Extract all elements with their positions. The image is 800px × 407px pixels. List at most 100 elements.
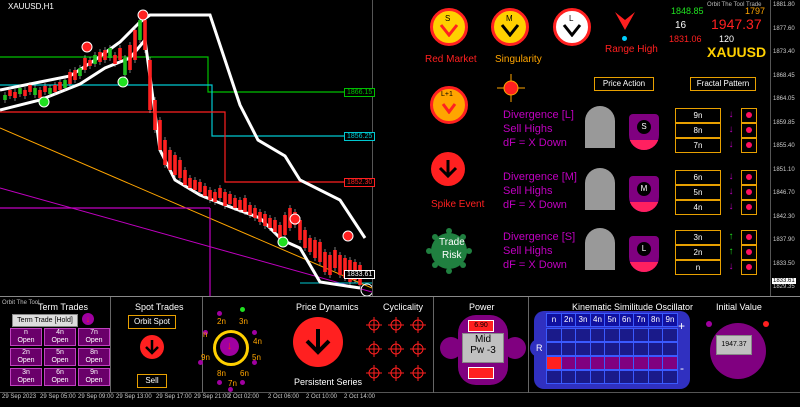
price-dynamics-title: Price Dynamics	[296, 302, 359, 312]
spike-event-icon[interactable]	[431, 152, 465, 186]
timeframe-box[interactable]: 5n	[675, 185, 721, 200]
candle-body	[198, 182, 202, 192]
range-high-label: Range High	[605, 44, 658, 55]
signal-s-icon[interactable]: S	[430, 8, 468, 46]
price-chart[interactable]: XAUUSD,H1 1866.15 1856.25 1852.30 1833.6…	[0, 0, 376, 296]
candle-body	[138, 20, 142, 40]
candle-body	[28, 85, 32, 92]
candle-body	[308, 238, 312, 252]
divergence-title: Divergence [L]	[503, 109, 574, 121]
trade-risk-label-1: Trade	[439, 237, 465, 248]
candle-body	[43, 86, 47, 92]
timeframe-box[interactable]: n	[675, 260, 721, 275]
term-trade-hold-button[interactable]: Term Trade [Hold]	[12, 314, 78, 327]
signal-dot-icon	[741, 230, 757, 245]
level-label-green: 1866.15	[344, 88, 376, 97]
singularity-label: Singularity	[495, 54, 542, 65]
timeframe-box[interactable]: 7n	[675, 138, 721, 153]
sell-button[interactable]: Sell	[137, 374, 167, 388]
candle-body	[303, 230, 307, 248]
cycle-target-icon	[366, 317, 382, 333]
candle-body	[58, 82, 62, 90]
term-trade-cell[interactable]: 3n Open	[10, 368, 42, 386]
fractal-badge-label: L	[637, 242, 651, 256]
signal-m-icon[interactable]: M	[491, 8, 529, 46]
candle-body	[128, 45, 132, 70]
candle-body	[118, 48, 122, 60]
level-label-cyan: 1856.25	[344, 132, 376, 141]
term-trade-cell[interactable]: 2n Open	[10, 348, 42, 366]
price-tick: 1864.05	[773, 96, 795, 102]
level-label-red: 1852.30	[344, 178, 376, 187]
price-tick: 1833.50	[773, 260, 795, 267]
trend-arrow-icon: ↓	[728, 139, 734, 150]
kinematic-minus-button[interactable]: -	[680, 361, 684, 375]
term-trade-cell[interactable]: 5n Open	[44, 348, 76, 366]
candle-body	[163, 140, 167, 165]
kinematic-plus-button[interactable]: +	[678, 319, 685, 333]
candle-body	[283, 215, 287, 235]
candle-body	[218, 188, 222, 198]
trend-arrow-icon: ↓	[728, 124, 734, 135]
candle-body	[53, 85, 57, 92]
range-high-icon	[615, 12, 635, 30]
term-trade-cell[interactable]: 4n Open	[44, 328, 76, 346]
fractal-badge[interactable]: L	[629, 236, 659, 272]
candle-body	[273, 220, 277, 232]
candle-body	[88, 60, 92, 66]
kinematic-cell	[662, 342, 678, 356]
timeframe-box[interactable]: 2n	[675, 245, 721, 260]
kinematic-cell	[662, 356, 678, 370]
candle-body	[213, 192, 217, 202]
candle-body	[103, 50, 107, 60]
signal-dot-icon	[741, 260, 757, 275]
term-trade-cell[interactable]: 7n Open	[78, 328, 110, 346]
candle-body	[133, 30, 137, 60]
power-mid-box: Mid Pw -3	[462, 333, 504, 363]
price-action-header[interactable]: Price Action	[594, 77, 654, 91]
candle-body	[178, 160, 182, 178]
fractal-pattern-header[interactable]: Fractal Pattern	[690, 77, 756, 91]
orbit-label-5n: 5n	[252, 353, 261, 362]
orbit-spot-button[interactable]: Orbit Spot	[128, 315, 176, 329]
term-trade-cell[interactable]: 6n Open	[44, 368, 76, 386]
trade-risk-label-2: Risk	[442, 250, 462, 261]
candle-body	[98, 52, 102, 62]
candle-body	[173, 155, 177, 175]
bottom-panel: Orbit The Tool Term Trades Term Trade [H…	[0, 296, 800, 393]
orbit-label-4n: 4n	[253, 337, 262, 346]
time-tick: 29 Sep 05:00	[40, 394, 76, 400]
signal-l-icon[interactable]: L	[553, 8, 591, 46]
cycle-target-icon	[388, 341, 404, 357]
candle-body	[73, 70, 77, 80]
candle-body	[333, 250, 337, 268]
signal-dot-icon	[741, 108, 757, 123]
price-tick: 1868.45	[773, 72, 795, 79]
fractal-badge[interactable]: M	[629, 176, 659, 212]
candle-body	[328, 255, 332, 275]
term-trade-cell[interactable]: 8n Open	[78, 348, 110, 366]
candle-body	[68, 72, 72, 84]
timeframe-box[interactable]: 8n	[675, 123, 721, 138]
spike-event-label: Spike Event	[431, 199, 485, 210]
trend-arrow-icon: ↓	[728, 171, 734, 182]
power-top-value: 6.90	[468, 320, 494, 332]
candle-body	[33, 88, 37, 95]
divergence-block: Divergence [L] Sell Highs dF = X Down	[503, 108, 574, 150]
candle-body	[158, 120, 162, 150]
time-tick: 2 Oct 06:00	[268, 394, 300, 400]
term-trade-cell[interactable]: 9n Open	[78, 368, 110, 386]
signal-lplus-icon[interactable]: L+1	[430, 86, 468, 124]
price-tick: 1837.90	[773, 237, 795, 243]
timeframe-box[interactable]: 6n	[675, 170, 721, 185]
timeframe-box[interactable]: 4n	[675, 200, 721, 215]
trend-arrow-icon: ↓	[728, 201, 734, 212]
trend-arrow-icon: ↓	[728, 186, 734, 197]
timeframe-box[interactable]: 3n	[675, 230, 721, 245]
candle-body	[3, 95, 7, 100]
ticker-left-top: 1848.85	[671, 6, 704, 16]
term-trade-cell[interactable]: n Open	[10, 328, 42, 346]
fractal-badge[interactable]: S	[629, 114, 659, 150]
cyclicality-title: Cyclicality	[383, 302, 424, 312]
timeframe-box[interactable]: 9n	[675, 108, 721, 123]
